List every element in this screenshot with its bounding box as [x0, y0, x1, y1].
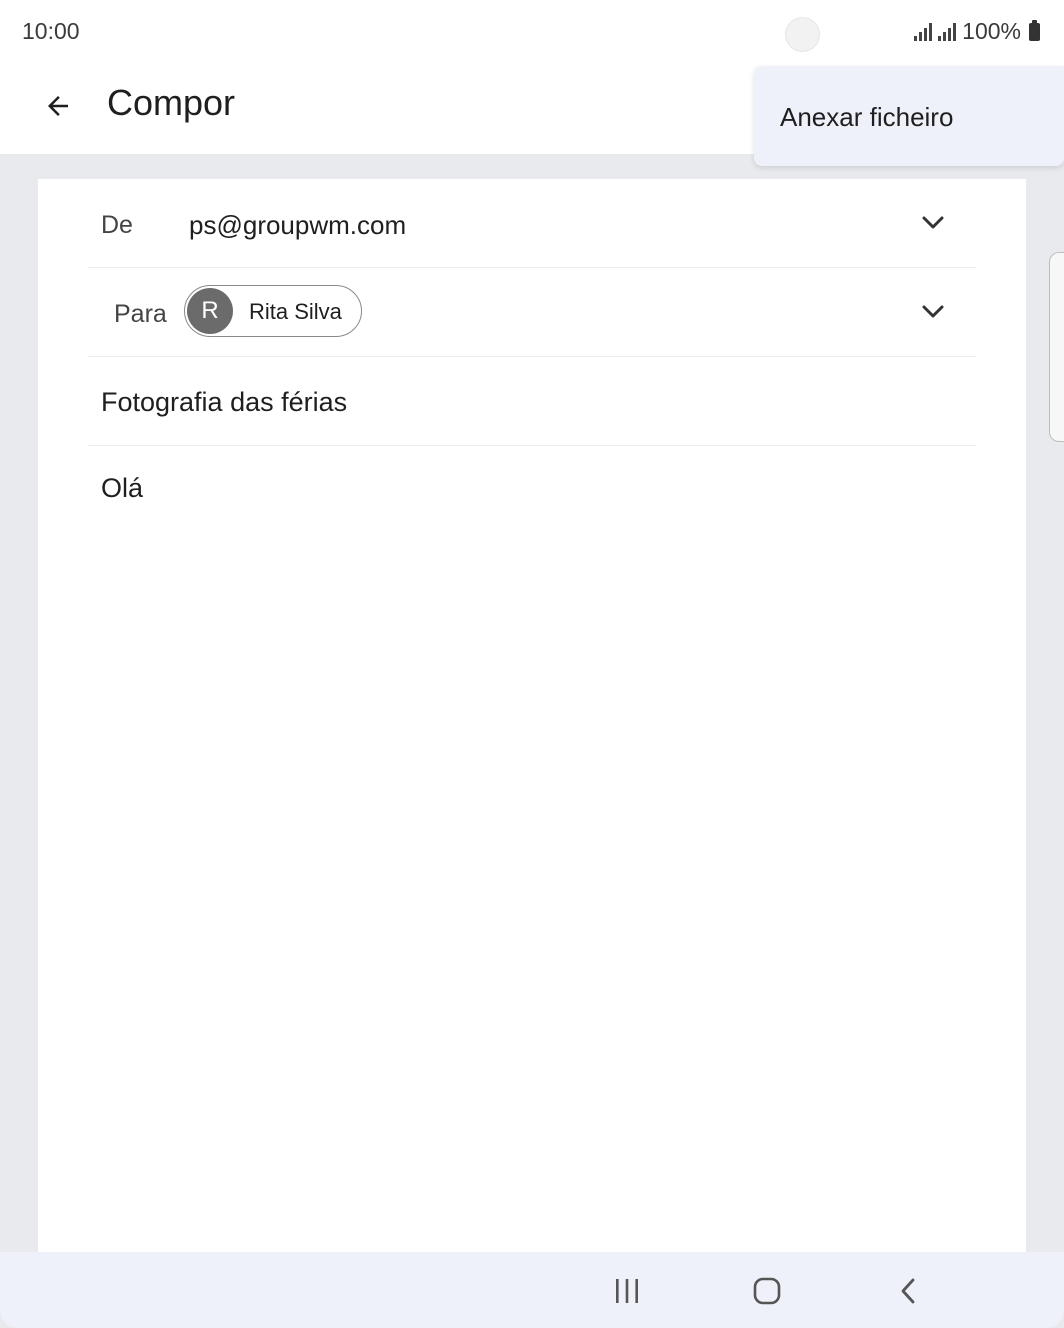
edge-panel-handle[interactable] [1049, 252, 1064, 442]
navigation-bar [0, 1252, 1064, 1328]
signal-icon [914, 22, 933, 41]
recipient-name: Rita Silva [249, 299, 342, 324]
status-time: 10:00 [22, 18, 80, 44]
subject-row[interactable]: Fotografia das férias [88, 357, 976, 446]
back-button[interactable] [36, 84, 80, 128]
from-expand-button[interactable] [920, 210, 946, 236]
arrow-back-icon [48, 96, 68, 116]
from-label: De [101, 211, 133, 239]
nav-back-button[interactable] [888, 1272, 928, 1310]
from-account[interactable]: ps@groupwm.com [189, 210, 406, 241]
status-bar: 10:00 100% [0, 0, 1064, 66]
overflow-menu: Anexar ficheiro [754, 66, 1064, 166]
recent-apps-icon [616, 1279, 638, 1303]
chevron-down-icon [922, 305, 944, 318]
signal-icon [938, 22, 957, 41]
camera-cutout [785, 17, 820, 52]
to-expand-button[interactable] [920, 299, 946, 325]
subject-field[interactable]: Fotografia das férias [101, 387, 347, 418]
from-row: De ps@groupwm.com [88, 179, 976, 268]
to-row: Para R Rita Silva [88, 268, 976, 357]
home-icon [753, 1277, 781, 1305]
recent-apps-button[interactable] [607, 1272, 647, 1310]
home-button[interactable] [747, 1272, 787, 1310]
avatar: R [187, 288, 233, 334]
to-label: Para [114, 300, 167, 328]
recipient-chip[interactable]: R Rita Silva [184, 285, 362, 337]
menu-item-attach-file[interactable]: Anexar ficheiro [780, 102, 953, 133]
body-field[interactable]: Olá [101, 473, 143, 504]
chevron-down-icon [922, 216, 944, 229]
battery-percent: 100% [962, 18, 1021, 44]
compose-card: De ps@groupwm.com Para R Rita Silva Foto… [38, 179, 1026, 1252]
status-icons: 100% [914, 18, 1040, 45]
back-icon [901, 1278, 915, 1304]
battery-icon [1029, 19, 1040, 41]
page-title: Compor [107, 82, 236, 123]
